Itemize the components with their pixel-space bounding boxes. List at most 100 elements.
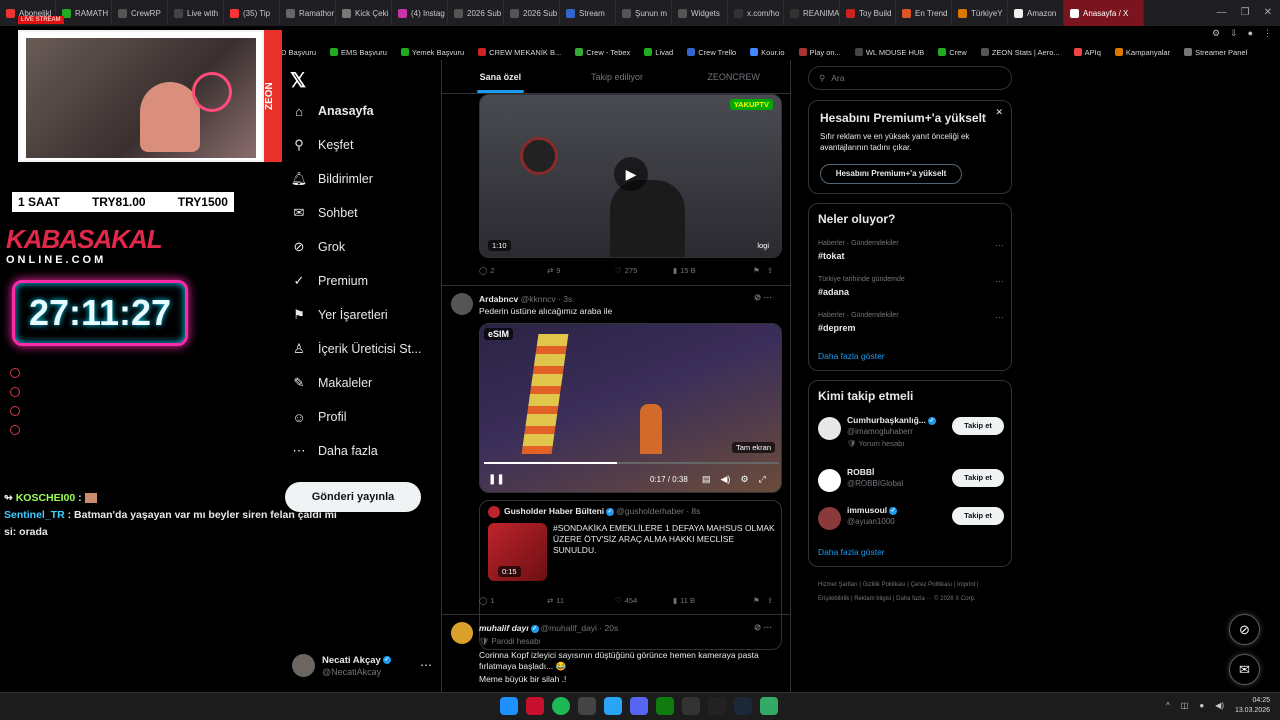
download-icon[interactable]: ⇩ [1230,28,1238,39]
trend-item[interactable]: Türkiye tarihinde gündemde #adana ⋯ [818,276,1004,297]
more-options-icon[interactable]: ⋯ [420,658,432,672]
post-button[interactable]: Gönderi yayınla [285,482,421,512]
circle-plus-icon[interactable] [10,368,20,378]
footer-links[interactable]: Hizmet Şartları | Gizlilik Politikası | … [818,578,1008,606]
play-icon[interactable]: ▶ [614,157,648,191]
more-icon[interactable]: ⋯ [995,276,1004,287]
bookmark-icon[interactable]: ⚑ [753,596,767,605]
extension-icon[interactable]: ⚙ [1212,28,1220,39]
menu-icon[interactable]: ⋮ [1263,28,1272,39]
browser-tab[interactable]: (4) Instag [392,0,448,26]
app-icon[interactable] [604,697,622,715]
browser-tab[interactable]: Şunun m [616,0,672,26]
pause-icon[interactable]: ❚❚ [488,474,505,485]
reply-button[interactable]: ◯ 1 [479,596,547,605]
share-icon[interactable]: ⇪ [767,596,773,605]
share-icon[interactable]: ⇪ [767,266,773,275]
tab-zeoncrew[interactable]: ZEONCREW [675,60,790,93]
app-icon[interactable] [760,697,778,715]
profile-icon[interactable]: ● [1248,28,1253,39]
bookmark-item[interactable]: Play on... [798,48,841,57]
more-icon[interactable]: ⋯ [995,312,1004,323]
follow-suggestion[interactable]: immusoul ✓ @ayuan1000 Takip et [818,505,1004,539]
bookmark-item[interactable]: WL MOUSE HUB [854,48,924,57]
captions-icon[interactable]: ▤ [702,474,711,485]
nav-item-creator[interactable]: ♙ İçerik Üreticisi St... [292,341,421,356]
browser-tab[interactable]: TürkiyeY [952,0,1008,26]
like-button[interactable]: ♡ 275 [615,266,673,275]
windows-start-icon[interactable] [500,697,518,715]
chevron-up-icon[interactable]: ^ [1166,701,1170,710]
minimize-icon[interactable]: — [1217,7,1227,18]
restore-icon[interactable]: ❐ [1241,7,1250,18]
browser-tab[interactable]: Kick Çeki [336,0,392,26]
bookmark-item[interactable]: Crew [938,48,967,57]
browser-tab[interactable]: RAMATH [56,0,112,26]
trend-item[interactable]: Haberler · Gündemdekiler #tokat ⋯ [818,240,1004,261]
messages-fab-icon[interactable]: ✉ [1229,654,1260,685]
volume-icon[interactable]: ◀) [721,474,731,485]
tab-active[interactable]: Anasayfa / X [1064,0,1144,26]
nav-item-search[interactable]: ⚲ Keşfet [292,137,353,152]
close-icon[interactable]: ✕ [1264,7,1272,18]
nav-item-mail[interactable]: ✉ Sohbet [292,205,358,220]
views-button[interactable]: ▮ 11 B [673,596,753,605]
bookmark-item[interactable]: ZEON Stats | Aero... [980,48,1060,57]
bookmark-icon[interactable]: ⚑ [753,266,767,275]
tab-for-you[interactable]: Sana özel [442,60,559,93]
volume-icon[interactable]: ◀) [1215,701,1224,710]
bookmark-item[interactable]: Streamer Panel [1184,48,1247,57]
chat-bubble-icon[interactable] [10,406,20,416]
fullscreen-icon[interactable]: ⤢ [759,474,766,485]
nav-item-premium[interactable]: ✓ Premium [292,273,368,288]
trends-show-more[interactable]: Daha fazla göster [818,351,885,361]
views-button[interactable]: ▮ 15 B [673,266,753,275]
video-progress-track[interactable] [484,462,779,464]
post-video[interactable]: eSIM Tam ekran ❚❚ 0:17 / 0:38 ▤ ◀) ⚙ ⤢ [479,323,782,493]
nav-item-profile[interactable]: ☺ Profil [292,410,346,425]
discord-icon[interactable] [630,697,648,715]
epic-icon[interactable] [682,697,700,715]
follow-suggestion[interactable]: ROBBİ @ROBBIGlobal Takip et [818,467,1004,501]
post-author[interactable]: muhalif dayı ✓ @muhalif_dayi · 20s [479,623,618,633]
browser-tab[interactable]: Toy Build [840,0,896,26]
follow-button[interactable]: Takip et [952,469,1004,487]
bookmark-item[interactable]: Yemek Başvuru [400,48,464,57]
x-logo-icon[interactable]: 𝕏 [290,68,306,93]
like-button[interactable]: ♡ 454 [615,596,673,605]
tab-following[interactable]: Takip ediliyor [559,60,676,93]
nav-item-grok[interactable]: ⊘ Grok [292,239,346,254]
browser-tab[interactable]: Ramathor [280,0,336,26]
settings-icon[interactable]: ⚙ [740,474,748,485]
bookmark-item[interactable]: Livad [644,48,673,57]
bookmark-item[interactable]: Kour.io [750,48,785,57]
grok-icon[interactable]: ⊘ ⋯ [754,292,772,303]
bookmark-item[interactable]: APIq [1073,48,1101,57]
steam-icon[interactable] [734,697,752,715]
nav-item-articles[interactable]: ✎ Makaleler [292,375,373,390]
repost-button[interactable]: ⇄ 9 [547,266,615,275]
browser-tab[interactable]: CrewRP [112,0,168,26]
nav-item-bookmark[interactable]: ⚑ Yer İşaretleri [292,307,388,322]
repost-button[interactable]: ⇄ 11 [547,596,615,605]
mic-icon[interactable]: ● [1199,701,1204,710]
browser-tab[interactable]: x.com/ho [728,0,784,26]
browser-tab[interactable]: Stream [560,0,616,26]
spotify-icon[interactable] [552,697,570,715]
bookmark-item[interactable]: CREW MEKANİK B... [478,48,561,57]
bookmark-item[interactable]: Crew Trello [687,48,736,57]
follow-suggestion[interactable]: Cumhurbaşkanlığ... ✓ @imamogluhaberr 🛡︎ Y… [818,415,1004,449]
browser-tab[interactable]: Widgets [672,0,728,26]
post-author[interactable]: Ardabncv @kknncv · 3s [479,294,572,304]
network-icon[interactable]: ◫ [1181,701,1189,710]
bookmark-item[interactable]: Crew - Tebex [575,48,630,57]
follow-button[interactable]: Takip et [952,417,1004,435]
browser-tab[interactable]: Live with [168,0,224,26]
browser-tab[interactable]: Amazon [1008,0,1064,26]
browser-tab[interactable]: En Trend [896,0,952,26]
browser-tab[interactable]: (35) Tip [224,0,280,26]
close-icon[interactable]: ✕ [995,107,1003,118]
bookmark-item[interactable]: Kampanyalar [1114,48,1170,57]
settings-icon[interactable] [10,425,20,435]
avatar[interactable] [451,293,473,315]
